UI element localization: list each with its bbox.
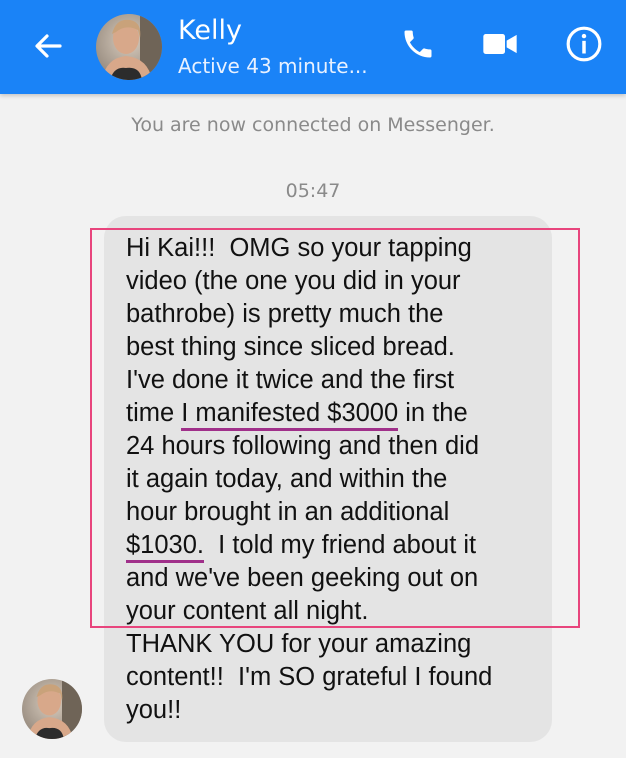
conversation-header: Kelly Active 43 minute...: [0, 0, 626, 94]
back-arrow-icon: [33, 31, 63, 65]
active-status: Active 43 minute...: [178, 54, 368, 78]
message-timestamp: 05:47: [285, 180, 341, 202]
message-line: THANK YOU for your amazing: [126, 630, 472, 658]
conversation-info-button[interactable]: [562, 24, 606, 68]
contact-name[interactable]: Kelly: [178, 14, 242, 48]
connection-notice: You are now connected on Messenger.: [131, 114, 495, 136]
highlight-annotation-box: [90, 228, 580, 628]
voice-call-button[interactable]: [396, 24, 440, 68]
message-line: you!!: [126, 696, 182, 724]
info-icon: [565, 25, 603, 67]
phone-icon: [400, 26, 436, 66]
contact-avatar[interactable]: [96, 14, 162, 80]
video-call-button[interactable]: [478, 24, 522, 68]
sender-avatar[interactable]: [22, 679, 82, 739]
video-camera-icon: [480, 24, 520, 68]
back-button[interactable]: [28, 28, 68, 68]
message-line: content!! I'm SO grateful I found: [126, 663, 493, 691]
